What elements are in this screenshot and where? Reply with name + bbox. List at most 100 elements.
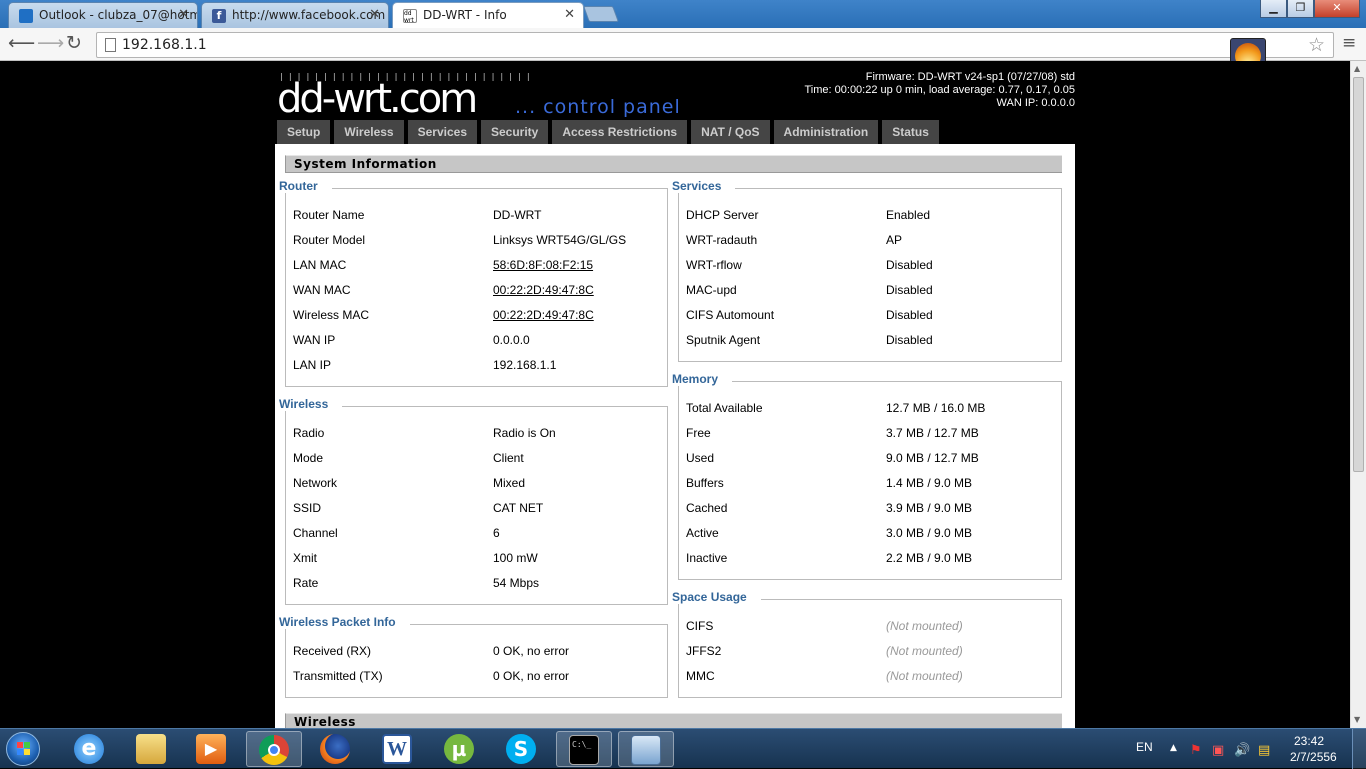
taskbar-explorer[interactable] xyxy=(124,731,180,767)
row-key: Radio xyxy=(293,426,325,440)
signal-icon[interactable]: ▤ xyxy=(1258,743,1270,758)
start-button[interactable] xyxy=(6,732,40,766)
row-value: AP xyxy=(886,233,903,247)
menu-security[interactable]: Security xyxy=(481,120,549,144)
row-key: Total Available xyxy=(686,401,763,415)
router-box: Router Router Name DD-WRT Router Model Lin… xyxy=(279,179,668,387)
row-key: Free xyxy=(686,426,711,440)
tab-title: DD-WRT - Info xyxy=(423,8,507,22)
taskbar-utorrent[interactable]: µ xyxy=(432,731,488,767)
row-value: 3.0 MB / 9.0 MB xyxy=(886,526,973,540)
row-value: 12.7 MB / 16.0 MB xyxy=(886,401,986,415)
taskbar-chrome[interactable] xyxy=(246,731,302,767)
row-key: SSID xyxy=(293,501,322,515)
row-key: Rate xyxy=(293,576,319,590)
services-box: Services DHCP Server Enabled WRT-radauth A… xyxy=(672,179,1062,362)
row-key: Cached xyxy=(686,501,728,515)
page-scrollbar[interactable]: ▲ ▼ xyxy=(1350,61,1366,728)
tab-facebook[interactable]: f http://www.facebook.com ✕ xyxy=(201,2,389,28)
taskbar-control-panel[interactable] xyxy=(618,731,674,767)
cmd-icon: C:\_ xyxy=(569,735,599,765)
network-icon[interactable]: ▣ xyxy=(1212,743,1224,758)
menu-administration[interactable]: Administration xyxy=(773,120,879,144)
clock-time[interactable]: 23:42 xyxy=(1294,734,1324,748)
wireless-box: Wireless Radio Radio is On Mode Client Net… xyxy=(279,397,668,605)
uptime: Time: 00:00:22 up 0 min, load average: 0… xyxy=(804,84,1076,96)
firmware-info: Firmware: DD-WRT v24-sp1 (07/27/08) std … xyxy=(700,71,1076,110)
minimize-button[interactable]: ▁ xyxy=(1260,0,1287,18)
address-bar[interactable]: 192.168.1.1 ☆ xyxy=(96,32,1334,58)
tab-ddwrt[interactable]: dd wrt DD-WRT - Info ✕ xyxy=(392,2,584,28)
firefox-icon xyxy=(320,734,350,764)
row-value: Mixed xyxy=(493,476,526,490)
close-icon[interactable]: ✕ xyxy=(564,7,575,22)
taskbar-skype[interactable]: S xyxy=(494,731,550,767)
reload-icon[interactable]: ↻ xyxy=(66,32,82,54)
row-key: Buffers xyxy=(686,476,724,490)
outlook-icon xyxy=(19,9,33,23)
taskbar-word[interactable]: W xyxy=(370,731,426,767)
tab-outlook[interactable]: Outlook - clubza_07@hotm ✕ xyxy=(8,2,198,28)
close-icon[interactable]: ✕ xyxy=(178,7,189,22)
row-value: 1.4 MB / 9.0 MB xyxy=(886,476,973,490)
row-key: CIFS Automount xyxy=(686,308,775,322)
row-value: 6 xyxy=(493,526,500,540)
space-usage-title: Space Usage xyxy=(672,590,761,604)
close-window-button[interactable]: ✕ xyxy=(1314,0,1360,18)
new-tab-button[interactable] xyxy=(583,6,619,22)
back-icon[interactable]: ⟵ xyxy=(8,32,35,54)
lan-mac-link[interactable]: 58:6D:8F:08:F2:15 xyxy=(493,258,593,272)
show-desktop-button[interactable] xyxy=(1352,729,1366,769)
wan-ip-status: WAN IP: 0.0.0.0 xyxy=(996,97,1075,109)
row-key: MMC xyxy=(686,669,715,683)
packet-info-title: Wireless Packet Info xyxy=(279,615,410,629)
bookmark-star-icon[interactable]: ☆ xyxy=(1308,34,1325,56)
close-icon[interactable]: ✕ xyxy=(369,7,380,22)
row-key: Mode xyxy=(293,451,324,465)
wireless-title: Wireless xyxy=(279,397,343,411)
action-center-icon[interactable]: ⚑ xyxy=(1190,743,1202,758)
row-key: Network xyxy=(293,476,338,490)
taskbar-ie[interactable]: e xyxy=(62,731,118,767)
browser-menu-icon[interactable]: ≡ xyxy=(1342,34,1356,52)
taskbar-media-player[interactable]: ▶ xyxy=(184,731,240,767)
row-value: 0 OK, no error xyxy=(493,669,570,683)
scroll-down-icon[interactable]: ▼ xyxy=(1354,715,1360,724)
scrollbar-thumb[interactable] xyxy=(1353,77,1364,472)
scroll-up-icon[interactable]: ▲ xyxy=(1354,64,1360,73)
maximize-button[interactable]: ❐ xyxy=(1287,0,1314,18)
show-hidden-icons[interactable]: ▲ xyxy=(1170,743,1177,753)
taskbar-cmd[interactable]: C:\_ xyxy=(556,731,612,767)
row-value: Disabled xyxy=(886,308,933,322)
menu-setup[interactable]: Setup xyxy=(277,120,331,144)
forward-icon[interactable]: ⟶ xyxy=(37,32,64,54)
row-value: CAT NET xyxy=(493,501,544,515)
memory-title: Memory xyxy=(672,372,733,386)
menu-nat-qos[interactable]: NAT / QoS xyxy=(691,120,770,144)
wan-mac-link[interactable]: 00:22:2D:49:47:8C xyxy=(493,283,594,297)
row-value: 3.9 MB / 9.0 MB xyxy=(886,501,973,515)
menu-services[interactable]: Services xyxy=(407,120,477,144)
row-key: WRT-rflow xyxy=(686,258,742,272)
row-value: Disabled xyxy=(886,258,933,272)
ddwrt-icon: dd wrt xyxy=(403,9,417,24)
chrome-icon xyxy=(259,735,289,765)
menu-wireless[interactable]: Wireless xyxy=(334,120,404,144)
wireless-mac-link[interactable]: 00:22:2D:49:47:8C xyxy=(493,308,594,322)
menu-access-restrictions[interactable]: Access Restrictions xyxy=(552,120,688,144)
row-value: (Not mounted) xyxy=(886,669,963,683)
tab-title: http://www.facebook.com xyxy=(232,8,386,22)
clock-date[interactable]: 2/7/2556 xyxy=(1290,750,1337,764)
menu-status[interactable]: Status xyxy=(882,120,939,144)
tab-title: Outlook - clubza_07@hotm xyxy=(39,8,198,22)
volume-icon[interactable]: 🔊 xyxy=(1234,743,1250,758)
taskbar-firefox[interactable] xyxy=(308,731,364,767)
row-value: Enabled xyxy=(886,208,931,222)
row-key: WAN IP xyxy=(293,333,336,347)
row-key: MAC-upd xyxy=(686,283,737,297)
row-value: Linksys WRT54G/GL/GS xyxy=(493,233,627,247)
row-value: DD-WRT xyxy=(493,208,542,222)
language-indicator[interactable]: EN xyxy=(1136,740,1153,754)
row-value: Client xyxy=(493,451,524,465)
page-viewport: ||||||||||||||||||||||||||||| dd-wrt.com… xyxy=(0,61,1350,728)
